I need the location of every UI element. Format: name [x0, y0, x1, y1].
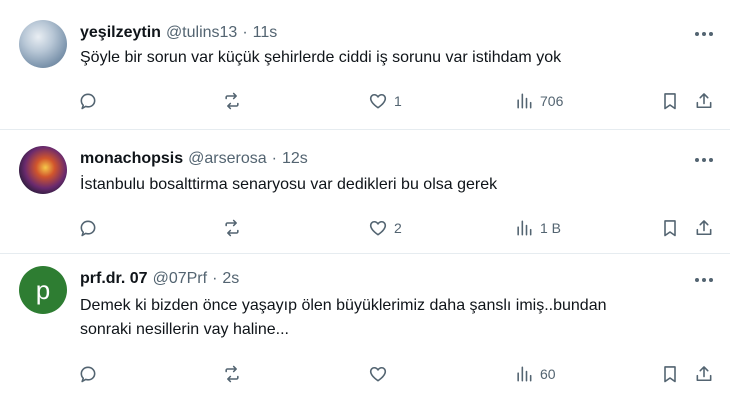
tweet[interactable]: monachopsis @arserosa · 12s İstanbulu bo… — [0, 130, 730, 254]
tweet-header: monachopsis @arserosa · 12s — [80, 148, 670, 170]
views-chart-icon — [517, 366, 532, 382]
separator-dot: · — [212, 270, 218, 287]
user-handle[interactable]: @07Prf — [153, 270, 207, 288]
reply-icon — [80, 366, 96, 383]
tweet-text: İstanbulu bosalttirma senaryosu var dedi… — [80, 176, 498, 193]
display-name[interactable]: yeşilzeytin — [80, 24, 161, 42]
like-count: 1 — [394, 93, 402, 109]
view-count: 60 — [540, 366, 556, 382]
tweet[interactable]: p prf.dr. 07 @07Prf · 2s Demek ki bizden… — [0, 254, 730, 420]
more-icon[interactable] — [692, 150, 716, 170]
like-count: 2 — [394, 220, 402, 236]
timestamp[interactable]: 12s — [282, 150, 308, 168]
retweet-button[interactable] — [222, 360, 242, 388]
share-icon — [696, 93, 712, 109]
retweet-button[interactable] — [222, 87, 242, 115]
avatar-letter: p — [35, 275, 51, 305]
display-name[interactable]: prf.dr. 07 — [80, 270, 148, 288]
tweet-text: Şöyle bir sorun var küçük şehirlerde cid… — [80, 49, 562, 66]
action-bar: 60 — [0, 360, 730, 388]
heart-icon — [369, 366, 387, 382]
heart-icon — [369, 220, 387, 236]
retweet-icon — [225, 92, 239, 110]
bookmark-button[interactable] — [660, 214, 680, 242]
reply-button[interactable] — [78, 87, 98, 115]
action-bar: 2 1 B — [0, 214, 730, 242]
share-button[interactable] — [694, 214, 714, 242]
like-button[interactable]: 2 — [368, 214, 402, 242]
views-button[interactable]: 60 — [514, 360, 556, 388]
retweet-button[interactable] — [222, 214, 242, 242]
reply-button[interactable] — [78, 214, 98, 242]
separator-dot: · — [271, 150, 277, 167]
view-count: 706 — [540, 93, 564, 109]
views-button[interactable]: 706 — [514, 87, 563, 115]
reply-icon — [80, 93, 96, 110]
action-bar: 1 706 — [0, 87, 730, 115]
like-button[interactable] — [368, 360, 394, 388]
tweet-text: Demek ki bizden önce yaşayıp ölen büyükl… — [80, 294, 690, 342]
tweet-text-line: Demek ki bizden önce yaşayıp ölen büyükl… — [80, 297, 607, 314]
bookmark-button[interactable] — [660, 87, 680, 115]
bookmark-button[interactable] — [660, 360, 680, 388]
tweet-header: prf.dr. 07 @07Prf · 2s — [80, 268, 670, 290]
share-button[interactable] — [694, 87, 714, 115]
share-icon — [696, 220, 712, 236]
views-chart-icon — [517, 220, 532, 236]
bookmark-icon — [664, 220, 676, 237]
more-icon[interactable] — [692, 24, 716, 44]
tweet-feed: yeşilzeytin @tulins13 · 11s Şöyle bir so… — [0, 0, 730, 420]
user-handle[interactable]: @arserosa — [188, 150, 267, 168]
tweet-header: yeşilzeytin @tulins13 · 11s — [80, 22, 670, 44]
bookmark-icon — [664, 366, 676, 383]
more-icon[interactable] — [692, 270, 716, 290]
view-count: 1 B — [540, 220, 562, 236]
separator-dot: · — [242, 24, 248, 41]
reply-icon — [80, 220, 96, 237]
tweet[interactable]: yeşilzeytin @tulins13 · 11s Şöyle bir so… — [0, 0, 730, 130]
like-button[interactable]: 1 — [368, 87, 402, 115]
reply-button[interactable] — [78, 360, 98, 388]
bookmark-icon — [664, 93, 676, 110]
display-name[interactable]: monachopsis — [80, 150, 183, 168]
retweet-icon — [225, 219, 239, 237]
timestamp[interactable]: 11s — [253, 24, 278, 42]
avatar[interactable] — [19, 146, 67, 194]
avatar[interactable]: p — [19, 266, 67, 314]
timestamp[interactable]: 2s — [222, 270, 239, 288]
share-button[interactable] — [694, 360, 714, 388]
user-handle[interactable]: @tulins13 — [166, 24, 237, 42]
heart-icon — [369, 93, 387, 109]
share-icon — [696, 366, 712, 382]
retweet-icon — [225, 365, 239, 383]
tweet-text-line: sonraki nesillerin vay haline... — [80, 321, 289, 338]
views-button[interactable]: 1 B — [514, 214, 561, 242]
avatar[interactable] — [19, 20, 67, 68]
views-chart-icon — [517, 93, 532, 109]
